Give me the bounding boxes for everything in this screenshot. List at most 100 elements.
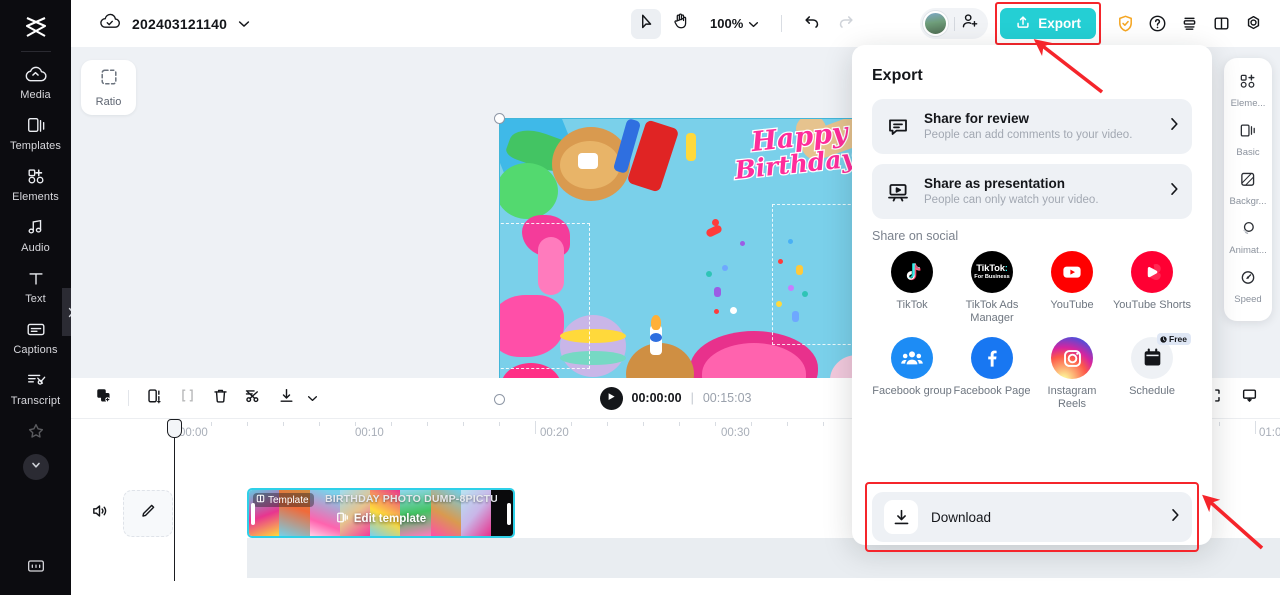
hand-tool-button[interactable]	[665, 9, 695, 39]
avatar[interactable]	[923, 11, 949, 36]
auto-cut-button[interactable]	[238, 383, 268, 413]
undo-button[interactable]	[797, 9, 827, 39]
ratio-button[interactable]: Ratio	[81, 60, 136, 115]
chevron-right-icon	[1170, 182, 1179, 201]
download-options-caret[interactable]	[304, 383, 320, 413]
sidebar-item-label: Media	[20, 89, 51, 101]
template-badge-icon	[256, 494, 265, 506]
present-screen-button[interactable]	[1234, 383, 1264, 413]
social-facebook-group[interactable]: Facebook group	[872, 337, 952, 411]
playback-controls: 00:00:00 | 00:15:03	[599, 386, 752, 410]
crop-clip-button[interactable]	[172, 383, 202, 413]
text-t-icon	[26, 267, 46, 289]
timeline-clip[interactable]: Template BIRTHDAY PHOTO DUMP-8PICTUR Edi…	[247, 488, 515, 538]
download-arrow-icon	[884, 500, 918, 534]
instagram-icon	[1051, 337, 1093, 379]
sidebar-item-effects[interactable]	[5, 413, 67, 452]
tiktok-for-business-icon: TikTok: For Business	[971, 251, 1013, 293]
export-upload-icon	[1015, 14, 1031, 33]
page-title: 202403121140	[132, 15, 228, 32]
sidebar-item-label: Transcript	[10, 395, 61, 407]
sidebar-item-templates[interactable]: Templates	[5, 107, 67, 158]
elements-icon	[25, 165, 47, 187]
social-tiktok[interactable]: TikTok	[872, 251, 952, 325]
clip-trim-handle-right[interactable]	[507, 503, 511, 525]
present-screen-icon	[1241, 387, 1258, 409]
download-clip-button[interactable]	[271, 383, 301, 413]
shield-check-icon[interactable]	[1110, 9, 1140, 39]
sidebar-item-audio[interactable]: Audio	[5, 209, 67, 260]
undo-arrow-icon	[803, 13, 821, 34]
split-clip-button[interactable]	[139, 383, 169, 413]
collaborators-group[interactable]	[920, 8, 989, 39]
free-badge: Free	[1157, 333, 1191, 345]
edit-template-button[interactable]: Edit template	[336, 511, 426, 527]
right-item-animation[interactable]: Animat...	[1225, 214, 1271, 261]
download-button-label: Download	[931, 509, 992, 525]
free-badge-label: Free	[1169, 334, 1187, 344]
clip-template-badge: Template	[253, 493, 314, 507]
download-button[interactable]: Download	[872, 492, 1192, 542]
card-subtitle: People can add comments to your video.	[924, 129, 1133, 141]
resize-handle-top-left[interactable]	[494, 113, 505, 124]
capcut-logo-icon[interactable]	[20, 12, 52, 42]
right-item-elements[interactable]: Eleme...	[1225, 67, 1271, 114]
split-panel-icon[interactable]	[1206, 9, 1236, 39]
social-youtube[interactable]: YouTube	[1032, 251, 1112, 325]
social-facebook-page[interactable]: Facebook Page	[952, 337, 1032, 411]
social-share-grid: TikTok TikTok: For Business TikTok Ads M…	[872, 251, 1192, 411]
ruler-label: 00:20	[540, 427, 569, 439]
resize-handle-bottom-left[interactable]	[494, 394, 505, 405]
mute-track-button[interactable]	[84, 499, 114, 529]
social-youtube-shorts[interactable]: YouTube Shorts	[1112, 251, 1192, 325]
right-item-speed[interactable]: Speed	[1225, 263, 1271, 310]
export-button-wrapper: Export	[995, 2, 1101, 45]
chevron-down-icon	[307, 389, 318, 407]
project-title-group[interactable]: 202403121140	[99, 13, 250, 35]
right-item-background[interactable]: Backgr...	[1225, 165, 1271, 212]
export-button[interactable]: Export	[1000, 8, 1096, 39]
share-for-review-card[interactable]: Share for review People can add comments…	[872, 99, 1192, 154]
cloud-upload-icon	[24, 63, 47, 85]
settings-gear-icon[interactable]	[1238, 9, 1268, 39]
clip-badge-label: Template	[268, 494, 309, 506]
sidebar-item-shortcuts[interactable]	[5, 548, 67, 583]
card-title: Share as presentation	[924, 176, 1066, 191]
sidebar-item-text[interactable]: Text	[5, 260, 67, 311]
social-schedule[interactable]: Free Schedule	[1112, 333, 1192, 411]
right-item-label: Speed	[1234, 294, 1262, 305]
total-time: 00:15:03	[702, 391, 752, 405]
social-instagram-reels[interactable]: Instagram Reels	[1032, 337, 1112, 411]
share-as-presentation-card[interactable]: Share as presentation People can only wa…	[872, 164, 1192, 219]
sidebar-expand-button[interactable]	[22, 454, 49, 480]
sidebar-item-media[interactable]: Media	[5, 56, 67, 107]
add-person-icon[interactable]	[961, 12, 979, 35]
playhead-handle[interactable]	[167, 419, 182, 438]
sidebar-item-captions[interactable]: Captions	[5, 311, 67, 362]
card-subtitle: People can only watch your video.	[924, 194, 1099, 206]
sidebar-item-elements[interactable]: Elements	[5, 158, 67, 209]
delete-clip-button[interactable]	[205, 383, 235, 413]
help-question-icon[interactable]	[1142, 9, 1172, 39]
edit-track-button[interactable]	[123, 490, 173, 537]
timeline-playhead[interactable]	[167, 419, 182, 581]
duplicate-icon	[95, 387, 112, 409]
chevron-down-icon[interactable]	[238, 15, 250, 33]
duplicate-clip-button[interactable]	[88, 383, 118, 413]
clip-trim-handle-left[interactable]	[251, 503, 255, 525]
sidebar-item-label: Elements	[12, 191, 59, 203]
sidebar-item-transcript[interactable]: Transcript	[5, 362, 67, 413]
right-item-label: Backgr...	[1229, 196, 1267, 207]
play-button[interactable]	[599, 386, 623, 410]
share-as-presentation-text: Share as presentation People can only wa…	[924, 175, 1157, 208]
sidebar-item-label: Text	[25, 293, 46, 305]
layers-stack-icon[interactable]	[1174, 9, 1204, 39]
background-icon	[1239, 171, 1257, 193]
right-item-basic[interactable]: Basic	[1225, 116, 1271, 163]
crop-brackets-icon	[179, 387, 196, 409]
social-tiktok-ads-manager[interactable]: TikTok: For Business TikTok Ads Manager	[952, 251, 1032, 325]
redo-button[interactable]	[831, 9, 861, 39]
play-triangle-icon	[607, 389, 616, 407]
zoom-level-dropdown[interactable]: 100%	[703, 12, 766, 35]
select-tool-button[interactable]	[631, 8, 661, 39]
